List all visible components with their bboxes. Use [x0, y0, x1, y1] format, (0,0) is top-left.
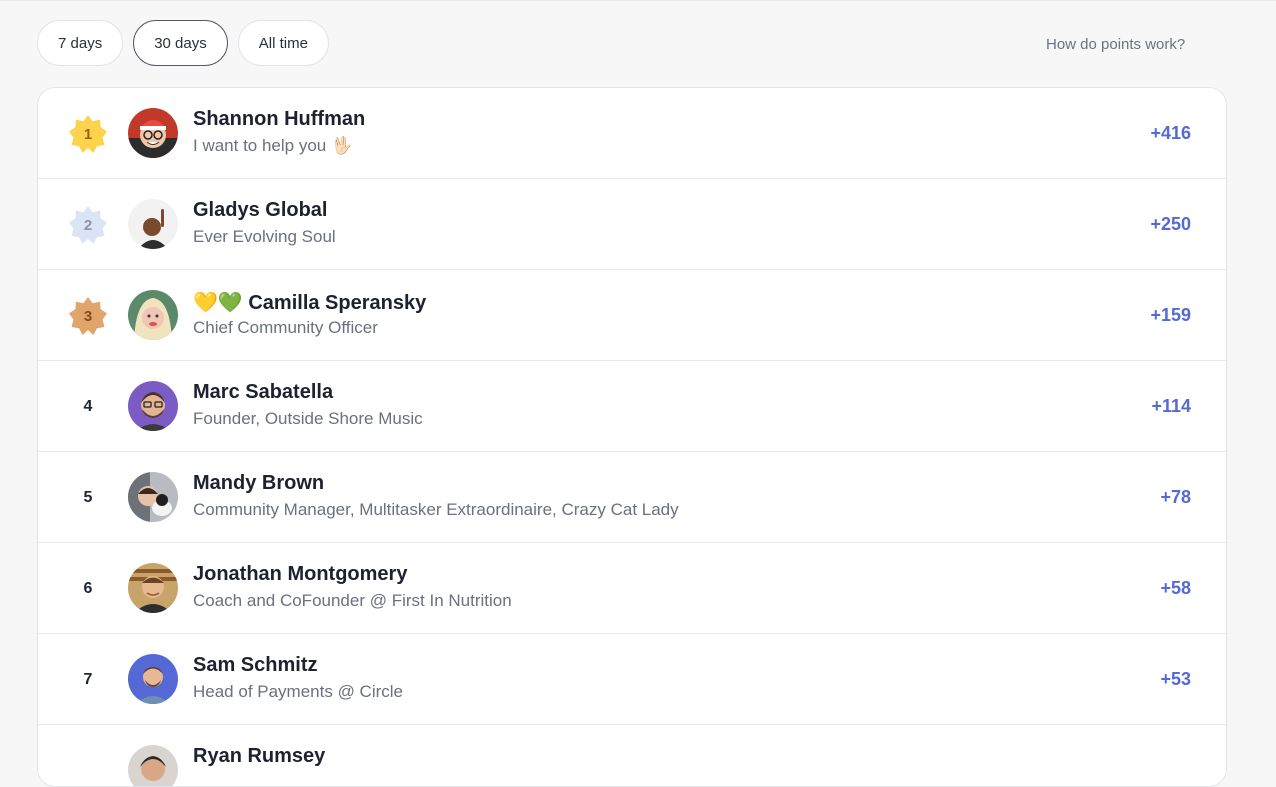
rank-number: 5 [83, 489, 93, 506]
points-value: +159 [1150, 305, 1191, 325]
member-name[interactable]: Jonathan Montgomery [193, 563, 407, 586]
filter-30-days[interactable]: 30 days [133, 20, 228, 66]
avatar[interactable] [128, 745, 178, 786]
leaderboard-row[interactable]: 3 💛💚 Camilla Speransky Chief Community O… [38, 270, 1226, 361]
member-headline: Founder, Outside Shore Music [193, 409, 423, 428]
leaderboard-row[interactable]: 2 Gladys Global Ever Evolving Soul +250 [38, 179, 1226, 270]
leaderboard-row[interactable]: Ryan Rumsey [38, 725, 1226, 786]
top-divider [0, 0, 1276, 1]
avatar[interactable] [128, 654, 178, 704]
member-name[interactable]: 💛💚 Camilla Speransky [193, 290, 426, 315]
member-headline: Coach and CoFounder @ First In Nutrition [193, 591, 512, 610]
rank-number: 1 [83, 125, 93, 143]
member-headline: Ever Evolving Soul [193, 227, 336, 246]
how-points-work-link[interactable]: How do points work? [1046, 36, 1185, 53]
member-headline: Community Manager, Multitasker Extraordi… [193, 500, 679, 519]
avatar[interactable] [128, 108, 178, 158]
avatar[interactable] [128, 290, 178, 340]
points-value: +114 [1151, 396, 1191, 416]
member-name[interactable]: Shannon Huffman [193, 108, 365, 131]
points-value: +58 [1160, 578, 1191, 598]
points-value: +78 [1160, 487, 1191, 507]
rank-number: 6 [83, 580, 93, 597]
avatar[interactable] [128, 472, 178, 522]
avatar[interactable] [128, 199, 178, 249]
rank-badge: 3 [68, 296, 108, 336]
points-value: +250 [1150, 214, 1191, 234]
filter-7-days[interactable]: 7 days [37, 20, 124, 66]
leaderboard: 1 Shannon Huffman I want to help you 🖖🏻 … [37, 87, 1227, 787]
points-value: +416 [1150, 123, 1191, 143]
rank-badge: 2 [68, 205, 108, 245]
avatar[interactable] [128, 381, 178, 431]
member-headline: Head of Payments @ Circle [193, 682, 404, 701]
member-headline: Chief Community Officer [193, 318, 378, 337]
member-name[interactable]: Sam Schmitz [193, 654, 317, 677]
rank-number: 4 [83, 398, 93, 415]
member-name[interactable]: Gladys Global [193, 199, 327, 222]
member-headline: I want to help you 🖖🏻 [193, 136, 353, 155]
rank-number: 3 [83, 307, 93, 325]
leaderboard-row[interactable]: 5 Mandy Brown Community Manager, Multita… [38, 452, 1226, 543]
rank-number: 2 [83, 216, 93, 234]
leaderboard-row[interactable]: 6 Jonathan Montgomery Coach and CoFounde… [38, 543, 1226, 634]
rank-number: 7 [83, 671, 93, 688]
member-name[interactable]: Marc Sabatella [193, 381, 333, 404]
leaderboard-row[interactable]: 7 Sam Schmitz Head of Payments @ Circle … [38, 634, 1226, 725]
rank-badge: 1 [68, 114, 108, 154]
member-name[interactable]: Mandy Brown [193, 472, 324, 495]
leaderboard-row[interactable]: 4 Marc Sabatella Founder, Outside Shore … [38, 361, 1226, 452]
rank-number [68, 751, 108, 786]
filter-all-time[interactable]: All time [237, 20, 329, 66]
leaderboard-row[interactable]: 1 Shannon Huffman I want to help you 🖖🏻 … [38, 88, 1226, 179]
member-name[interactable]: Ryan Rumsey [193, 745, 325, 768]
points-value: +53 [1160, 669, 1191, 689]
avatar[interactable] [128, 563, 178, 613]
time-range-filters: 7 days 30 days All time [37, 20, 329, 66]
